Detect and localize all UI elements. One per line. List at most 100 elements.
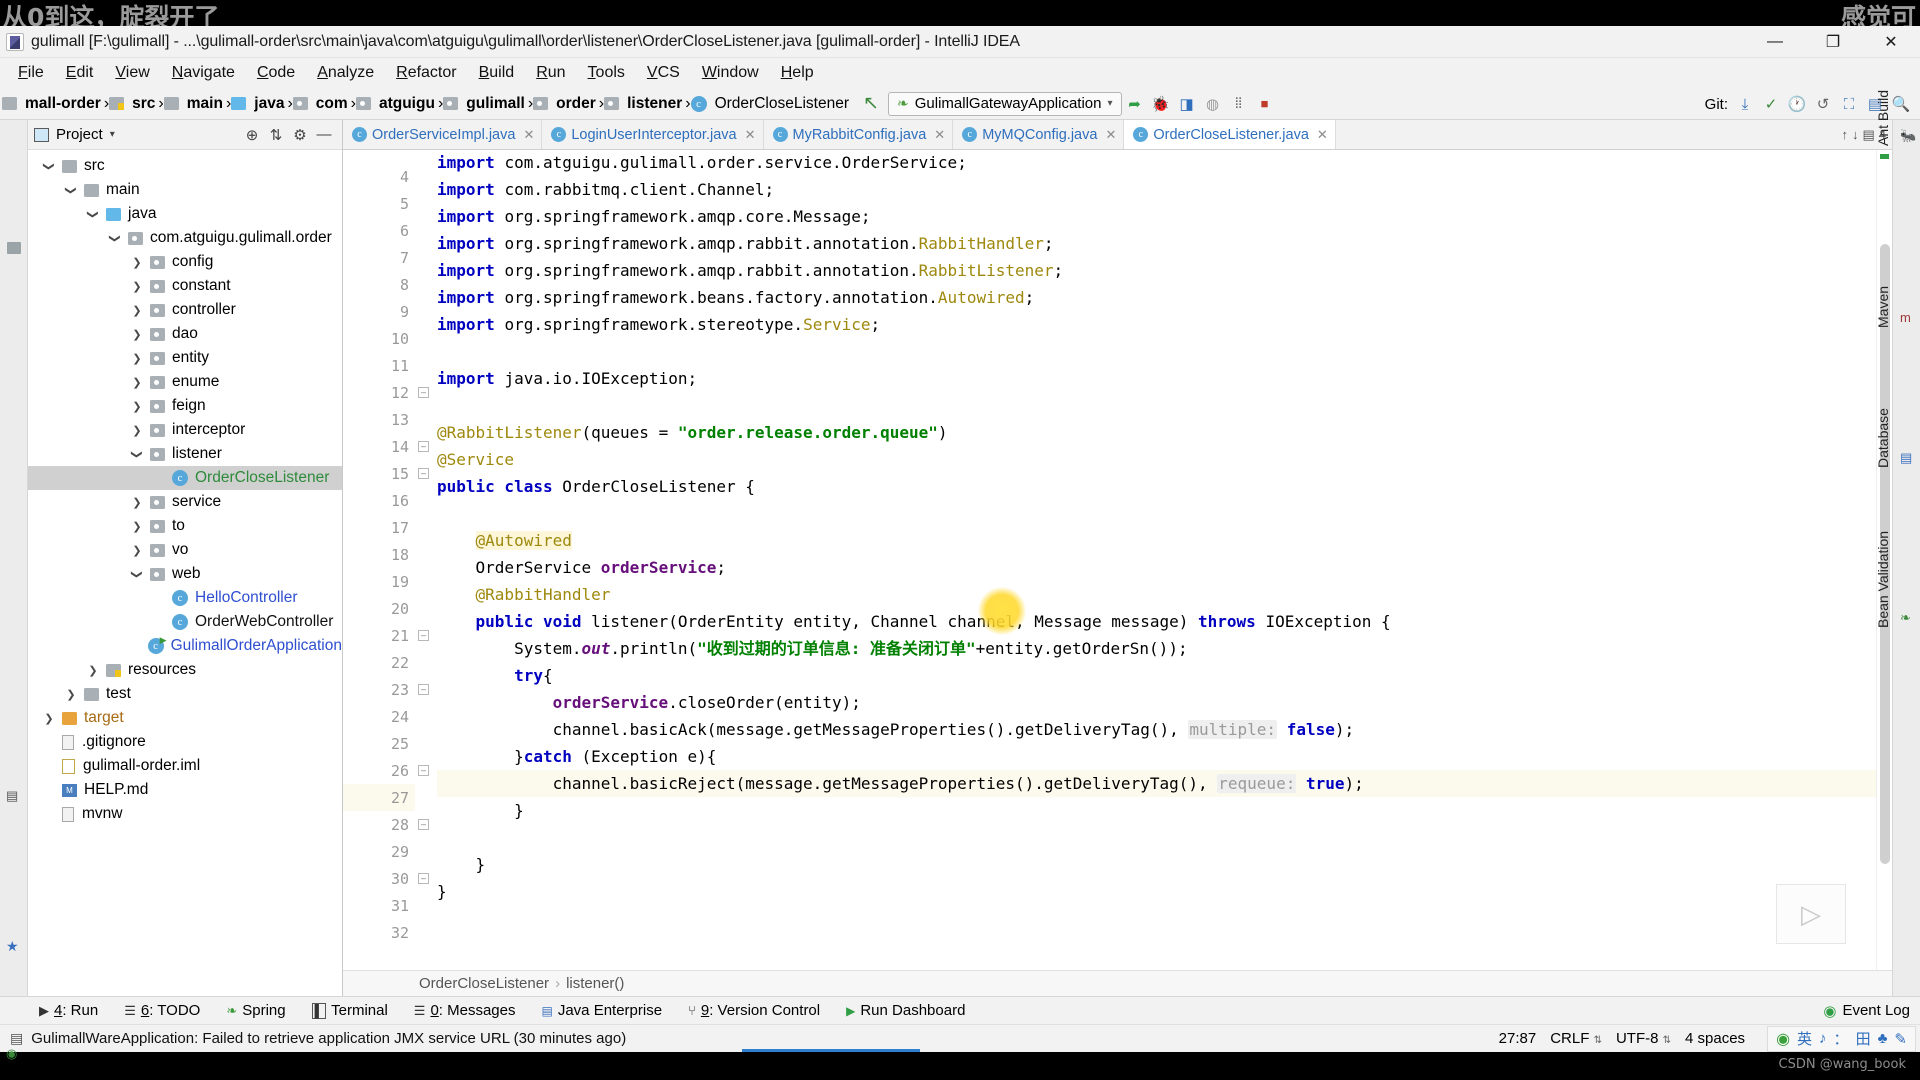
tree-node-enume[interactable]: ❯ enume: [28, 370, 342, 394]
breadcrumb-item-atguigu[interactable]: atguigu: [355, 95, 438, 113]
ime-keyboard-icon[interactable]: 田: [1856, 1028, 1871, 1049]
bottom-tool-java-enterprise[interactable]: ▤ Java Enterprise: [529, 1002, 676, 1019]
line-number-9[interactable]: 9: [343, 298, 415, 325]
editor-tab-mymqconfig[interactable]: c MyMQConfig.java ✕: [953, 120, 1125, 149]
line-number-22[interactable]: 22: [343, 649, 415, 676]
sidebar-item-maven[interactable]: Maven: [1875, 256, 1891, 332]
hide-panel-icon[interactable]: —: [312, 123, 336, 147]
tree-node-orderwebcontroller[interactable]: › c OrderWebController: [28, 610, 342, 634]
line-number-30[interactable]: 30: [343, 865, 415, 892]
tree-node-constant[interactable]: ❯ constant: [28, 274, 342, 298]
git-commit-icon[interactable]: ✓: [1758, 91, 1784, 117]
git-update-icon[interactable]: ⤓: [1732, 91, 1758, 117]
collapse-all-icon[interactable]: ⇅: [264, 123, 288, 147]
breadcrumb-item-order[interactable]: order: [533, 95, 599, 113]
tree-node-ordercloselistener[interactable]: › c OrderCloseListener: [28, 466, 342, 490]
chevron-down-icon[interactable]: ❯: [43, 159, 56, 173]
line-number-6[interactable]: 6: [343, 217, 415, 244]
tree-node-entity[interactable]: ❯ entity: [28, 346, 342, 370]
ime-status-tray[interactable]: ◉ 英 ♪ ： 田 ♣ ✎: [1767, 1025, 1916, 1052]
chevron-right-icon[interactable]: ❯: [130, 352, 144, 365]
close-tab-icon[interactable]: ✕: [934, 127, 945, 143]
minimize-button[interactable]: —: [1746, 26, 1804, 58]
tree-node-service[interactable]: ❯ service: [28, 490, 342, 514]
code-line-8[interactable]: import org.springframework.amqp.rabbit.a…: [437, 257, 1876, 284]
chevron-right-icon[interactable]: ❯: [130, 304, 144, 317]
code-line-18[interactable]: @Autowired: [437, 527, 1876, 554]
fold-toggle-line-21[interactable]: –: [418, 630, 429, 641]
chevron-right-icon[interactable]: ❯: [64, 688, 78, 701]
line-number-20[interactable]: 20: [343, 595, 415, 622]
tree-node-resources[interactable]: ❯ resources: [28, 658, 342, 682]
close-tab-icon[interactable]: ✕: [1317, 127, 1328, 143]
run-coverage-icon[interactable]: ◨: [1174, 91, 1200, 117]
tree-node--gitignore[interactable]: › .gitignore: [28, 730, 342, 754]
run-preview-widget[interactable]: ▷: [1776, 884, 1846, 944]
chevron-right-icon[interactable]: ❯: [130, 544, 144, 557]
menu-item-run[interactable]: Run: [525, 61, 576, 85]
tree-node-web[interactable]: ❯ web: [28, 562, 342, 586]
sidebar-item-database[interactable]: Database: [1875, 372, 1891, 472]
code-line-16[interactable]: public class OrderCloseListener {: [437, 473, 1876, 500]
git-rollback-icon[interactable]: ↺: [1810, 91, 1836, 117]
code-line-10[interactable]: import org.springframework.stereotype.Se…: [437, 311, 1876, 338]
bottom-tool-terminal[interactable]: ▌ Terminal: [299, 1002, 401, 1019]
code-line-20[interactable]: @RabbitHandler: [437, 581, 1876, 608]
menu-item-build[interactable]: Build: [468, 61, 526, 85]
tree-node-src[interactable]: ❯ src: [28, 154, 342, 178]
chevron-right-icon[interactable]: ❯: [130, 328, 144, 341]
debug-icon[interactable]: 🐞: [1148, 91, 1174, 117]
line-number-29[interactable]: 29: [343, 838, 415, 865]
line-number-14[interactable]: 14: [343, 433, 415, 460]
settings-gear-icon[interactable]: ⚙: [288, 123, 312, 147]
tree-node-help-md[interactable]: › M HELP.md: [28, 778, 342, 802]
tree-node-gulimallorderapplication[interactable]: › c▶GulimallOrderApplication: [28, 634, 342, 658]
breadcrumb-item-java[interactable]: java: [231, 95, 287, 113]
sidebar-item-ant-build[interactable]: Ant Build: [1875, 54, 1891, 150]
code-line-15[interactable]: @Service: [437, 446, 1876, 473]
line-number-11[interactable]: 11: [343, 352, 415, 379]
line-number-24[interactable]: 24: [343, 703, 415, 730]
code-line-11[interactable]: [437, 338, 1876, 365]
line-number-5[interactable]: 5: [343, 190, 415, 217]
chevron-right-icon[interactable]: ❯: [130, 520, 144, 533]
fold-toggle-line-30[interactable]: –: [418, 873, 429, 884]
chevron-down-icon[interactable]: ❯: [65, 183, 78, 197]
fold-gutter[interactable]: – – – – – – – –: [415, 150, 433, 970]
code-line-21[interactable]: public void listener(OrderEntity entity,…: [437, 608, 1876, 635]
line-number-23[interactable]: 23: [343, 676, 415, 703]
menu-item-refactor[interactable]: Refactor: [385, 61, 467, 85]
bottom-tool-spring[interactable]: ❧ Spring: [213, 1002, 298, 1019]
chevron-down-icon[interactable]: ❯: [131, 447, 144, 461]
line-number-28[interactable]: 28: [343, 811, 415, 838]
chevron-down-icon[interactable]: ❯: [87, 207, 100, 221]
editor-tab-ordercloselistener[interactable]: c OrderCloseListener.java ✕: [1124, 120, 1336, 149]
project-tree[interactable]: ❯ src ❯ main ❯ java ❯ com.atguigu.gulimall.orde…: [28, 150, 342, 996]
tree-node-feign[interactable]: ❯ feign: [28, 394, 342, 418]
code-line-5[interactable]: import com.rabbitmq.client.Channel;: [437, 176, 1876, 203]
menu-item-view[interactable]: View: [104, 61, 160, 85]
tree-node-vo[interactable]: ❯ vo: [28, 538, 342, 562]
maximize-button[interactable]: ❐: [1804, 26, 1862, 58]
tree-node-config[interactable]: ❯ config: [28, 250, 342, 274]
code-line-31[interactable]: }: [437, 878, 1876, 905]
tree-node-dao[interactable]: ❯ dao: [28, 322, 342, 346]
menu-item-window[interactable]: Window: [691, 61, 770, 85]
line-number-18[interactable]: 18: [343, 541, 415, 568]
code-line-29[interactable]: [437, 824, 1876, 851]
close-tab-icon[interactable]: ✕: [523, 127, 534, 143]
line-number-4[interactable]: 4: [343, 163, 415, 190]
fold-toggle-line-14[interactable]: –: [418, 441, 429, 452]
fold-toggle-line-12[interactable]: –: [418, 387, 429, 398]
previous-occurrence-icon[interactable]: ↑: [1841, 127, 1848, 142]
breadcrumb-item-src[interactable]: src: [109, 95, 158, 113]
back-arrow-icon[interactable]: ↖: [858, 91, 884, 117]
attach-icon[interactable]: ⦙⦙: [1226, 91, 1252, 117]
line-number-32[interactable]: 32: [343, 919, 415, 946]
chevron-right-icon[interactable]: ❯: [130, 496, 144, 509]
breadcrumb-item-mall-order[interactable]: mall-order: [2, 95, 104, 113]
chevron-right-icon[interactable]: ❯: [130, 400, 144, 413]
chevron-right-icon[interactable]: ❯: [130, 424, 144, 437]
tree-node-interceptor[interactable]: ❯ interceptor: [28, 418, 342, 442]
chevron-down-icon[interactable]: ❯: [131, 567, 144, 581]
